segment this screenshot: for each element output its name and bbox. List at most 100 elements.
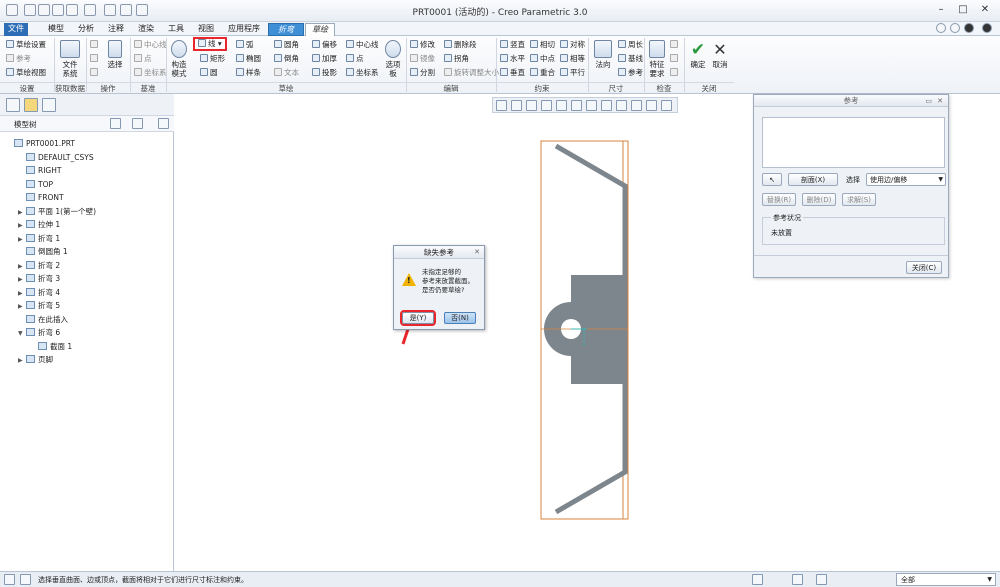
- tree-item[interactable]: ▶ 页脚: [18, 353, 53, 366]
- file-system-button[interactable]: 文件 系统: [58, 40, 82, 78]
- help-icon[interactable]: [982, 23, 992, 33]
- feature-requirements-button[interactable]: 特征 要求: [646, 40, 668, 78]
- baseline-button[interactable]: 基线: [618, 54, 643, 64]
- tree-item[interactable]: TOP: [18, 178, 53, 191]
- vertical-button[interactable]: 竖直: [500, 40, 525, 50]
- paste-icon[interactable]: [90, 68, 100, 78]
- tab-applications[interactable]: 应用程序: [224, 23, 264, 36]
- tab-bend[interactable]: 折弯: [268, 23, 304, 36]
- show-navigator-icon[interactable]: [4, 574, 15, 585]
- equal-button[interactable]: 相等: [560, 54, 585, 64]
- modify-button[interactable]: 修改: [410, 40, 435, 50]
- sketch-view-button[interactable]: 草绘视图: [6, 68, 46, 78]
- tree-item[interactable]: ▶ 平面 1(第一个壁): [18, 205, 96, 218]
- delete-button[interactable]: 删除(D): [802, 193, 836, 206]
- normal-dimension-button[interactable]: 法向: [592, 40, 614, 69]
- references-close-icon[interactable]: ✕: [937, 97, 943, 105]
- tree-item[interactable]: ▶ 折弯 5: [18, 299, 60, 312]
- tab-model[interactable]: 模型: [44, 23, 68, 36]
- no-button[interactable]: 否(N): [444, 312, 476, 324]
- spline-button[interactable]: 样条: [236, 68, 261, 78]
- palette-button[interactable]: 选项 板: [382, 40, 404, 78]
- help-search-icon[interactable]: [936, 23, 946, 33]
- datum-display-icon[interactable]: [631, 100, 642, 111]
- horizontal-button[interactable]: 水平: [500, 54, 525, 64]
- ellipse-button[interactable]: 椭圆: [236, 54, 261, 64]
- datum-point-button[interactable]: 点: [134, 54, 152, 64]
- delete-segment-button[interactable]: 删除段: [444, 40, 477, 50]
- references-button[interactable]: 参考: [6, 54, 31, 64]
- tab-view[interactable]: 视图: [194, 23, 218, 36]
- expand-icon[interactable]: ▶: [18, 206, 26, 219]
- close-dialog-button[interactable]: 关闭(C): [906, 261, 942, 274]
- sketch-view-icon[interactable]: [586, 100, 597, 111]
- replace-button[interactable]: 替换(R): [762, 193, 796, 206]
- chamfer-button[interactable]: 倒角: [274, 54, 299, 64]
- ok-button[interactable]: ✔ 确定: [688, 40, 708, 69]
- expand-icon[interactable]: ▶: [18, 233, 26, 246]
- folder-browser-tab-icon[interactable]: [24, 98, 38, 112]
- show-browser-icon[interactable]: [20, 574, 31, 585]
- symmetric-button[interactable]: 对称: [560, 40, 585, 50]
- tab-analysis[interactable]: 分析: [74, 23, 98, 36]
- solve-button[interactable]: 求解(S): [842, 193, 876, 206]
- tree-item[interactable]: 截面 1: [30, 340, 72, 353]
- offset-button[interactable]: 偏移: [312, 40, 337, 50]
- tab-render[interactable]: 渲染: [134, 23, 158, 36]
- thicken-button[interactable]: 加厚: [312, 54, 337, 64]
- project-button[interactable]: 投影: [312, 68, 337, 78]
- rectangle-button[interactable]: 矩形: [200, 54, 225, 64]
- inspect-tool-2-icon[interactable]: [670, 54, 680, 64]
- cancel-button[interactable]: ✕ 取消: [710, 40, 730, 69]
- select-button[interactable]: 选择: [104, 40, 126, 69]
- sketch-csys-button[interactable]: 坐标系: [346, 68, 379, 78]
- coincident-button[interactable]: 重合: [530, 68, 555, 78]
- perpendicular-button[interactable]: 垂直: [500, 68, 525, 78]
- text-button[interactable]: 文本: [274, 68, 299, 78]
- search-icon[interactable]: [950, 23, 960, 33]
- refit-icon[interactable]: [496, 100, 507, 111]
- minimize-button[interactable]: –: [930, 2, 952, 18]
- dialog-close-icon[interactable]: ✕: [474, 248, 480, 256]
- model-tree-tab-icon[interactable]: [6, 98, 20, 112]
- expand-icon[interactable]: ▶: [18, 354, 26, 367]
- tree-item[interactable]: FRONT: [18, 191, 64, 204]
- corner-button[interactable]: 拐角: [444, 54, 469, 64]
- centerline-button[interactable]: 中心线: [346, 40, 379, 50]
- select-filter-dropdown[interactable]: 使用边/偏移 ▼: [866, 173, 946, 186]
- references-list[interactable]: [762, 117, 945, 168]
- expand-icon[interactable]: ▶: [18, 273, 26, 286]
- annotation-display-icon[interactable]: [661, 100, 672, 111]
- sketcher-display-icon[interactable]: [646, 100, 657, 111]
- saved-views-icon[interactable]: [571, 100, 582, 111]
- inspect-tool-3-icon[interactable]: [670, 68, 680, 78]
- parallel-button[interactable]: 平行: [560, 68, 585, 78]
- filter-dropdown[interactable]: 全部 ▼: [896, 573, 996, 586]
- settings-icon[interactable]: [964, 23, 974, 33]
- arc-button[interactable]: 弧: [236, 40, 254, 50]
- expand-icon[interactable]: ▶: [18, 287, 26, 300]
- reference-dimension-button[interactable]: 参考: [618, 68, 643, 78]
- cut-icon[interactable]: [90, 40, 100, 50]
- copy-icon[interactable]: [90, 54, 100, 64]
- mirror-button[interactable]: 镜像: [410, 54, 435, 64]
- rotate-resize-button[interactable]: 旋转调整大小: [444, 68, 499, 78]
- circle-button[interactable]: 圆: [200, 68, 218, 78]
- tree-item[interactable]: 倒圆角 1: [18, 245, 68, 258]
- selection-filter-icon[interactable]: [792, 574, 803, 585]
- expand-icon[interactable]: ▶: [18, 260, 26, 273]
- favorites-tab-icon[interactable]: [42, 98, 56, 112]
- fillet-button[interactable]: 圆角: [274, 40, 299, 50]
- repaint-icon[interactable]: [541, 100, 552, 111]
- expand-icon[interactable]: ▶: [18, 219, 26, 232]
- maximize-button[interactable]: □: [952, 2, 974, 18]
- tab-annotate[interactable]: 注释: [104, 23, 128, 36]
- expand-icon[interactable]: ▶: [18, 300, 26, 313]
- tab-file[interactable]: 文件: [4, 23, 28, 36]
- zoom-in-icon[interactable]: [511, 100, 522, 111]
- flag-icon[interactable]: [816, 574, 827, 585]
- tree-settings-icon[interactable]: [110, 118, 121, 129]
- restore-icon[interactable]: ▭: [925, 97, 932, 105]
- tree-item[interactable]: PRT0001.PRT: [6, 137, 75, 150]
- perspective-icon[interactable]: [616, 100, 627, 111]
